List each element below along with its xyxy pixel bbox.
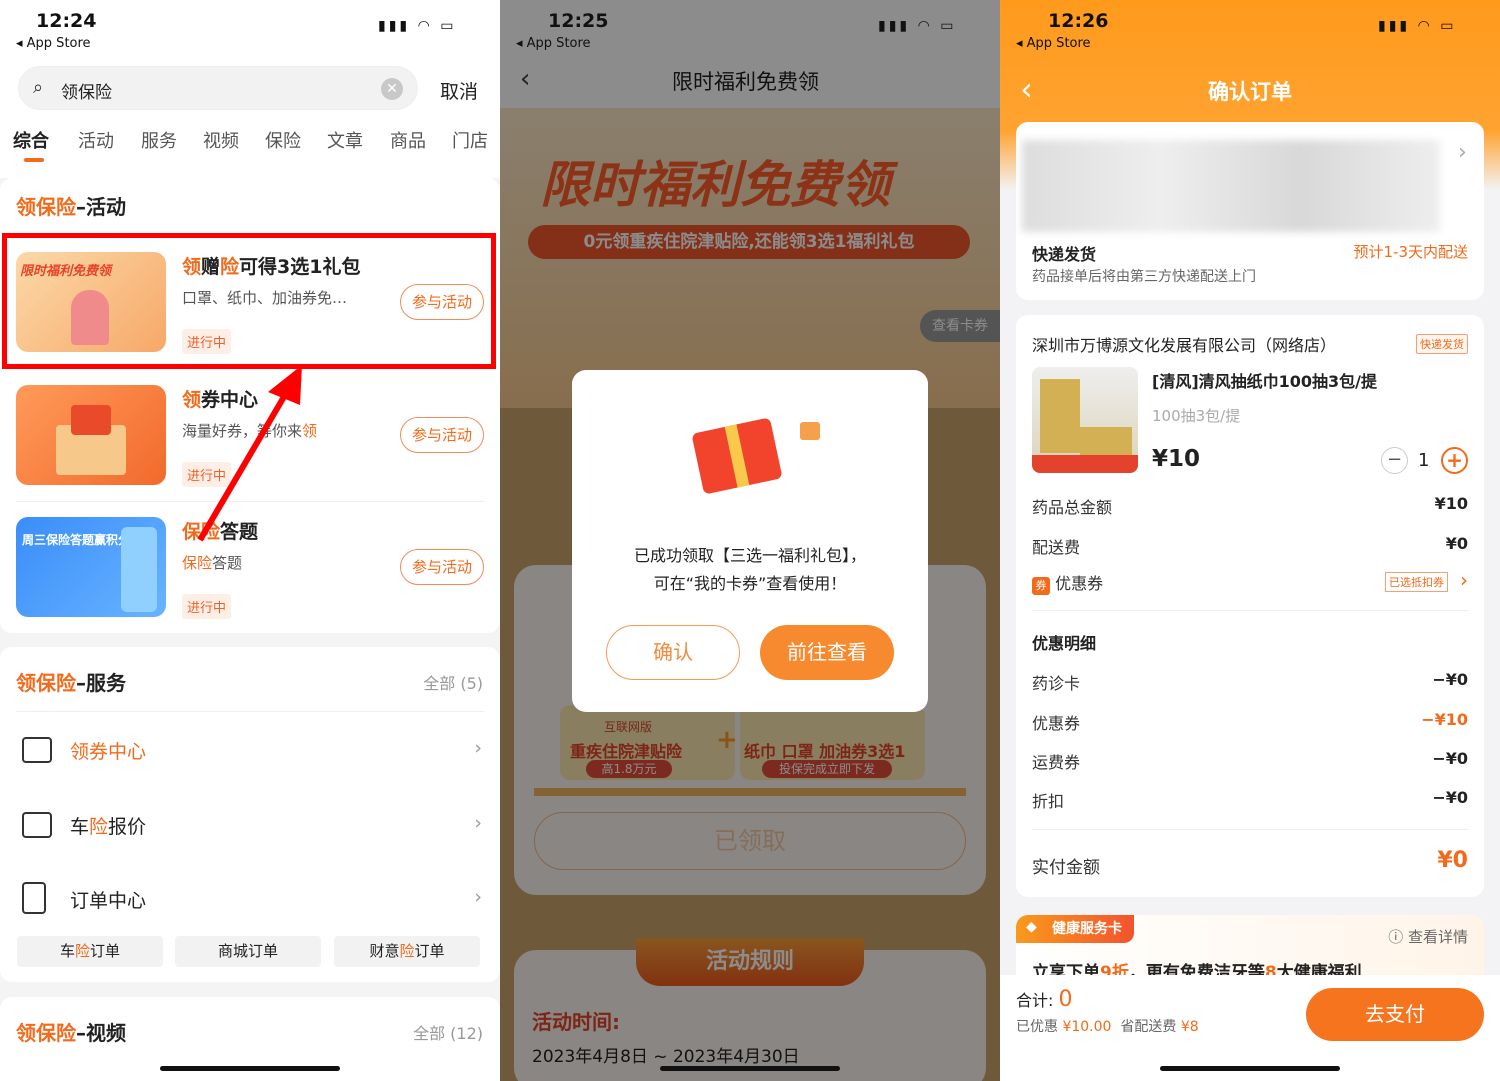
property-insurance-orders-button[interactable]: 财意险订单 xyxy=(334,936,480,967)
dialog-message-line1: 已成功领取【三选一福利礼包】， xyxy=(633,546,866,565)
coupon-tag: 已选抵扣券 xyxy=(1385,572,1448,592)
confirm-order-screen: 12:26 ◂ App Store ▮▮▮ ◠ ▭ ‹ 确认订单 › 快递发货 … xyxy=(1000,0,1500,1081)
chevron-right-icon: › xyxy=(474,812,482,834)
car-icon xyxy=(22,812,52,838)
chevron-right-icon: › xyxy=(474,886,482,908)
coupon-row[interactable]: 券 优惠券 已选抵扣券 › xyxy=(1032,568,1468,595)
mall-orders-button[interactable]: 商城订单 xyxy=(175,936,321,967)
increase-quantity-button[interactable]: + xyxy=(1441,447,1468,474)
home-indicator xyxy=(1160,1066,1340,1071)
subtotal-row: 药品总金额 ¥10 xyxy=(1032,494,1468,517)
delivery-desc: 药品接单后将由第三方快递配送上门 xyxy=(1032,269,1256,285)
success-dialog: 已成功领取【三选一福利礼包】， 可在“我的卡券”查看使用！ 确认 前往查看 xyxy=(572,370,928,712)
express-badge: 快递发货 xyxy=(1416,334,1468,354)
view-details-link[interactable]: ⓘ 查看详情 xyxy=(1388,926,1468,947)
discount-row: 运费券 −¥0 xyxy=(1032,749,1468,772)
status-time: 12:26 xyxy=(1048,10,1109,32)
pay-button[interactable]: 去支付 xyxy=(1306,988,1484,1041)
product-spec: 100抽3包/提 xyxy=(1152,407,1241,425)
video-all-link[interactable]: 全部 (12) xyxy=(413,1020,483,1044)
red-arrow-annotation xyxy=(197,365,302,542)
discount-detail-title: 优惠明细 xyxy=(1032,634,1097,653)
dialog-message-line2: 可在“我的卡券”查看使用！ xyxy=(653,574,847,593)
divider xyxy=(16,711,484,712)
chevron-right-icon: › xyxy=(1460,568,1468,592)
small-gift-icon xyxy=(800,422,820,440)
status-icons: ▮▮▮ ◠ ▭ xyxy=(1378,18,1457,34)
delivery-method: 快递发货 xyxy=(1032,245,1097,264)
decrease-quantity-button[interactable]: − xyxy=(1381,447,1408,474)
address-blurred xyxy=(1022,140,1440,232)
arrow-shaft xyxy=(197,393,288,542)
service-all-link[interactable]: 全部 (5) xyxy=(423,670,483,694)
chevron-right-icon[interactable]: › xyxy=(1458,140,1467,165)
search-results-screen: 12:24 ◂ App Store ▮▮▮ ◠ ▭ ⌕ 领保险 ✕ 取消 综合 … xyxy=(0,0,500,1081)
savings-info: 已优惠 ¥10.00 省配送费 ¥8 xyxy=(1016,1019,1199,1035)
go-view-button[interactable]: 前往查看 xyxy=(760,625,894,680)
free-benefit-screen: 限时福利免费领 0元领重疾住院津贴险,还能领3选1福利礼包 查看卡券 互联网版 … xyxy=(500,0,1000,1081)
status-time: 12:25 xyxy=(548,10,609,32)
service-section-title: 领保险–服务 xyxy=(16,671,126,695)
home-indicator xyxy=(160,1066,340,1071)
product-title: [清风]清风抽纸巾100抽3包/提 xyxy=(1152,372,1378,391)
delivery-eta: 预计1-3天内配送 xyxy=(1353,243,1468,261)
service-order-center[interactable]: 订单中心 › xyxy=(16,880,484,920)
product-price: ¥10 xyxy=(1152,446,1201,472)
home-indicator xyxy=(660,1066,840,1071)
shop-name: 深圳市万博源文化发展有限公司（网络店） xyxy=(1032,336,1337,355)
car-insurance-orders-button[interactable]: 车险订单 xyxy=(17,936,163,967)
back-to-app-store[interactable]: ◂ App Store xyxy=(1016,36,1091,51)
diamond-icon: ◆ xyxy=(1026,919,1037,935)
discount-row: 药诊卡 −¥0 xyxy=(1032,670,1468,693)
quantity-value[interactable]: 1 xyxy=(1418,450,1429,471)
status-icons: ▮▮▮ ◠ ▭ xyxy=(878,18,957,34)
divider xyxy=(1032,829,1468,830)
confirm-button[interactable]: 确认 xyxy=(606,625,740,680)
product-image[interactable] xyxy=(1032,367,1138,473)
gift-box-icon xyxy=(691,417,783,495)
amount-paid-row: 实付金额 ¥0 xyxy=(1032,848,1468,878)
service-coupon-center[interactable]: 领券中心 › xyxy=(16,731,484,771)
service-car-insurance-quote[interactable]: 车险报价 › xyxy=(16,806,484,846)
video-section-title: 领保险–视频 xyxy=(16,1021,126,1045)
document-icon xyxy=(22,882,46,914)
back-to-app-store[interactable]: ◂ App Store xyxy=(516,36,591,51)
back-arrow-icon[interactable]: ‹ xyxy=(520,64,530,94)
chevron-right-icon: › xyxy=(474,737,482,759)
divider xyxy=(1032,610,1468,611)
page-title: 限时福利免费领 xyxy=(672,70,819,94)
ticket-icon xyxy=(22,737,52,763)
shipping-fee-row: 配送费 ¥0 xyxy=(1032,534,1468,557)
page-title: 确认订单 xyxy=(1208,80,1292,104)
coupon-icon: 券 xyxy=(1032,577,1050,595)
total-label: 合计: 0 xyxy=(1016,987,1073,1012)
discount-row: 优惠券 −¥10 xyxy=(1032,710,1468,733)
discount-row: 折扣 −¥0 xyxy=(1032,788,1468,811)
